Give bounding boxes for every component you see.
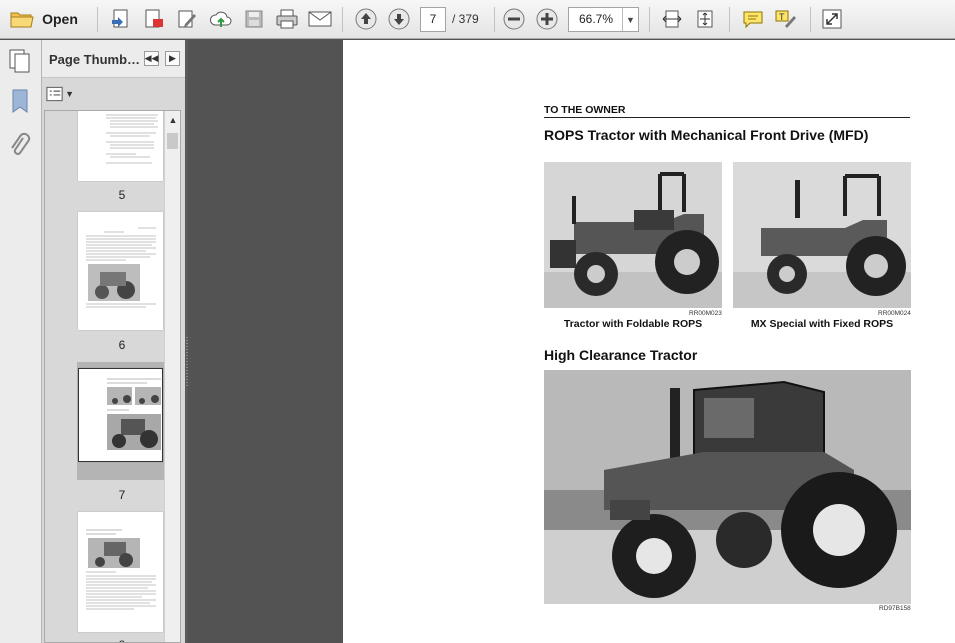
bookmark-icon (12, 89, 28, 113)
photo-code: RR00M023 (689, 310, 722, 317)
previous-page-button[interactable] (353, 5, 379, 33)
chevron-up-icon[interactable]: ▲ (165, 111, 180, 129)
fit-page-icon (697, 10, 713, 28)
printer-icon (276, 9, 298, 29)
open-button[interactable]: Open (8, 5, 80, 33)
page-heading: ROPS Tractor with Mechanical Front Drive… (544, 127, 869, 143)
section-heading: High Clearance Tractor (544, 347, 698, 363)
expand-panel-button[interactable]: ▶ (165, 51, 180, 66)
minus-circle-icon (503, 8, 525, 30)
save-button[interactable] (241, 5, 267, 33)
navigation-rail (0, 40, 42, 643)
options-list-icon (46, 86, 63, 102)
page-total: / 379 (452, 12, 479, 26)
document-view: TO THE OWNER ROPS Tractor with Mechanica… (188, 40, 955, 643)
photo-code: RD97B158 (879, 605, 911, 612)
open-label: Open (42, 11, 78, 27)
thumbnail-page[interactable] (78, 111, 163, 181)
double-chevron-left-icon: ◀◀ (144, 53, 159, 63)
collapse-panel-button[interactable]: ◀◀ (144, 51, 159, 66)
email-button[interactable] (306, 5, 334, 33)
thumbnail-label: 5 (118, 188, 126, 202)
zoom-select[interactable]: 66.7% ▼ (568, 7, 639, 32)
thumbnail-page-current[interactable] (78, 368, 163, 462)
speech-bubble-icon (743, 11, 763, 29)
upload-button[interactable] (207, 5, 235, 33)
separator (729, 7, 730, 32)
chevron-down-icon: ▼ (65, 89, 74, 99)
envelope-icon (308, 11, 332, 27)
page-preview (86, 227, 156, 308)
next-page-button[interactable] (386, 5, 412, 33)
create-pdf-icon (112, 9, 128, 28)
cloud-upload-icon (209, 11, 232, 27)
edit-pdf-button[interactable] (174, 5, 200, 33)
svg-text:T: T (779, 12, 785, 22)
page-thumbnails-panel: Page Thumbna... ◀◀ ▶ ▼ 5 (42, 40, 185, 643)
thumbnail-scrollbar[interactable]: ▲ (164, 111, 180, 642)
photo-caption: Tractor with Foldable ROPS (563, 318, 703, 330)
pages-panel-button[interactable] (7, 48, 33, 74)
document-page: TO THE OWNER ROPS Tractor with Mechanica… (343, 40, 955, 643)
pages-icon (9, 49, 30, 73)
tractor-photo (544, 162, 722, 308)
chevron-right-icon: ▶ (169, 53, 176, 63)
export-pdf-button[interactable] (141, 5, 167, 33)
toolbar: Open 7 / 379 66.7% ▼ T (0, 0, 955, 39)
bookmarks-panel-button[interactable] (8, 88, 32, 116)
zoom-out-button[interactable] (501, 5, 527, 33)
tractor-photo (733, 162, 911, 308)
thumbnail-label: 8 (82, 638, 162, 642)
export-pdf-icon (145, 9, 163, 28)
paperclip-icon (11, 132, 31, 155)
separator (649, 7, 650, 32)
separator (97, 7, 98, 32)
arrow-up-icon (355, 8, 377, 30)
page-preview (106, 114, 158, 164)
page-number-input[interactable]: 7 (420, 7, 446, 32)
create-pdf-button[interactable] (108, 5, 134, 33)
chevron-down-icon[interactable]: ▼ (622, 8, 638, 31)
zoom-value: 66.7% (578, 12, 614, 26)
separator (342, 7, 343, 32)
separator (810, 7, 811, 32)
fit-page-button[interactable] (692, 5, 718, 33)
zoom-in-button[interactable] (534, 5, 560, 33)
thumbnail-page[interactable] (78, 512, 163, 632)
panel-header: Page Thumbna... ◀◀ ▶ (42, 40, 185, 78)
panel-title: Page Thumbna... (49, 52, 141, 67)
fit-width-button[interactable] (659, 5, 685, 33)
pencil-page-icon (178, 10, 196, 28)
separator (494, 7, 495, 32)
photo-caption: MX Special with Fixed ROPS (750, 318, 894, 330)
folder-icon (10, 12, 34, 28)
attachments-panel-button[interactable] (8, 132, 32, 160)
thumbnail-label: 6 (118, 338, 126, 352)
thumbnail-page[interactable] (78, 212, 163, 330)
print-button[interactable] (273, 5, 301, 33)
thumbnail-options-button[interactable]: ▼ (46, 84, 74, 104)
page-preview (107, 378, 161, 450)
page-preview (86, 529, 156, 610)
fit-width-icon (662, 10, 682, 28)
scrollbar-thumb[interactable] (167, 133, 178, 149)
photo-code: RR00M024 (878, 310, 911, 317)
expand-icon (822, 9, 842, 29)
comment-button[interactable] (739, 5, 767, 33)
section-rule (544, 117, 910, 118)
highlight-button[interactable]: T (772, 5, 800, 33)
high-clearance-tractor-photo (544, 370, 911, 604)
full-screen-button[interactable] (819, 5, 845, 33)
thumbnail-label: 7 (118, 488, 126, 502)
save-icon (245, 10, 263, 28)
section-header: TO THE OWNER (544, 104, 626, 116)
thumbnail-list: 5 6 7 ▲ (44, 110, 181, 643)
arrow-down-icon (388, 8, 410, 30)
highlighter-icon: T (775, 10, 796, 28)
plus-circle-icon (536, 8, 558, 30)
